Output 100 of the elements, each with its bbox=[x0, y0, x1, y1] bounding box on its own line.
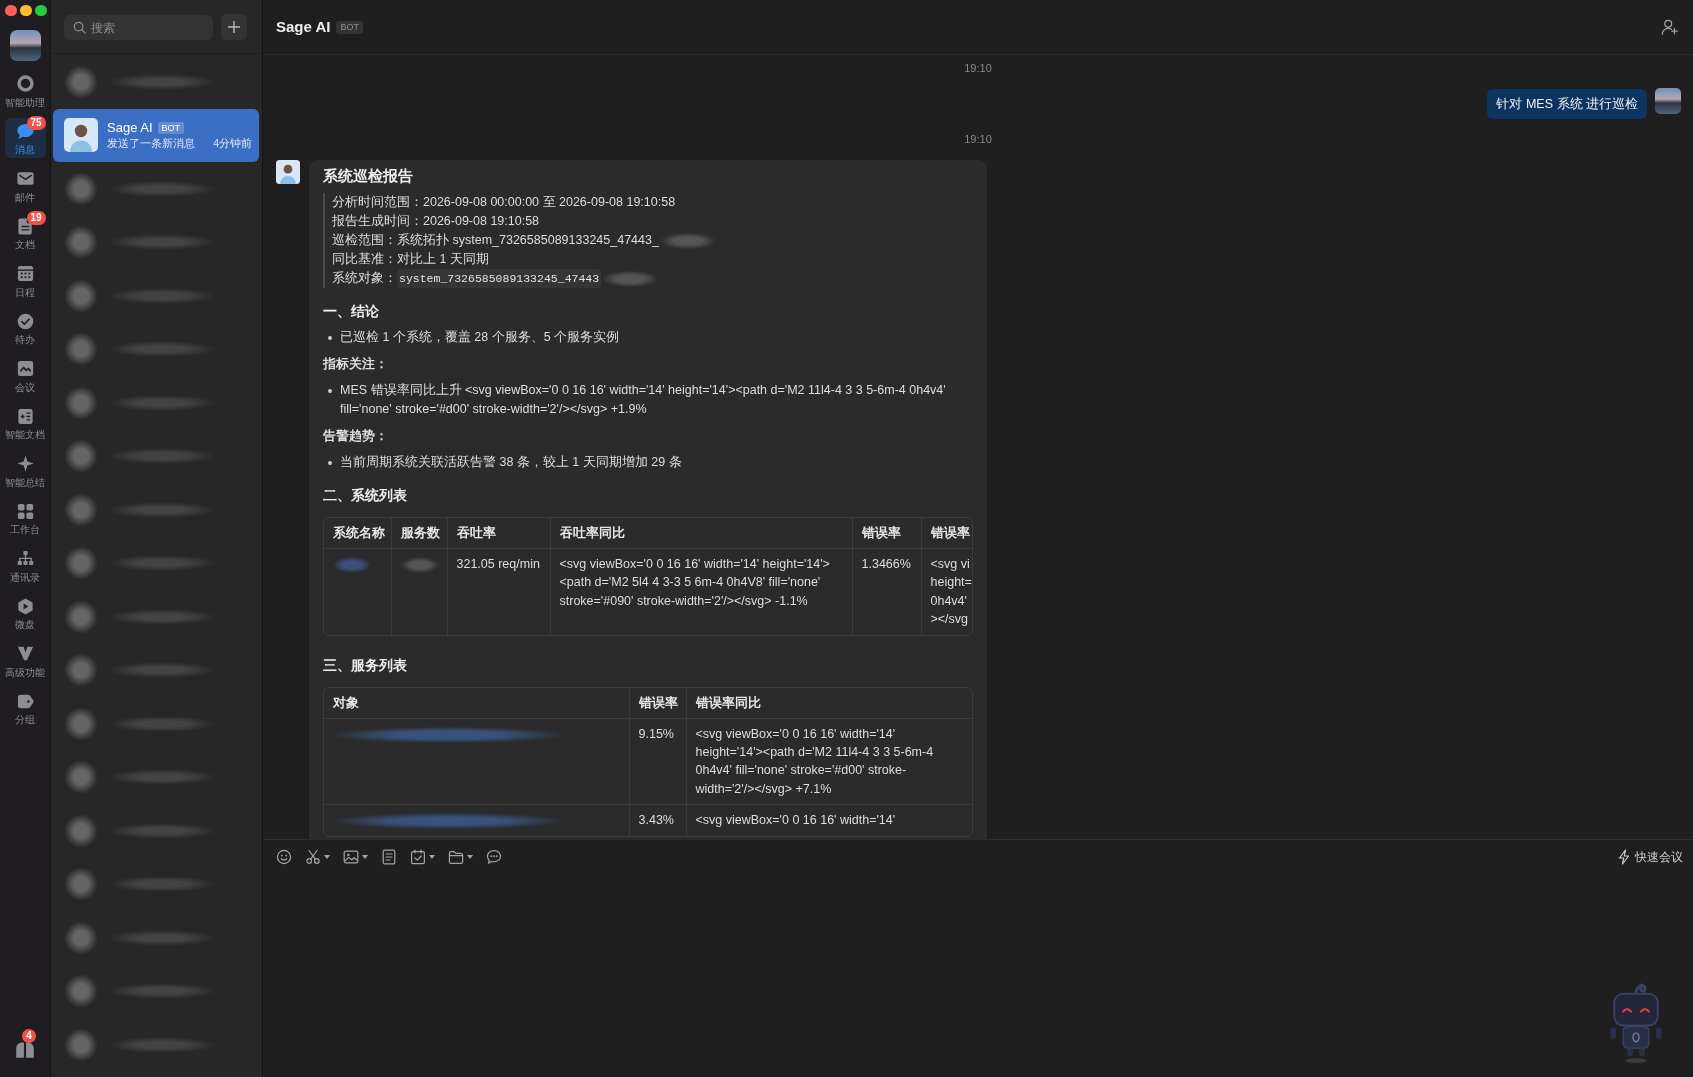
info-line: 同比基准：对比上 1 天同期 bbox=[332, 251, 489, 268]
image-icon[interactable] bbox=[343, 849, 359, 865]
nav-item[interactable]: 工作台 bbox=[4, 497, 46, 538]
nav-item[interactable]: 高级功能 bbox=[4, 640, 46, 680]
table-cell: <svg viewBox='0 0 16 16' width='14' bbox=[686, 804, 972, 836]
info-line: 分析时间范围：2026-09-08 00:00:00 至 2026-09-08 19:10:58 bbox=[332, 194, 676, 211]
table-cell: <svg viewBox='0 0 16 16' width='14' height='14'><path d='M2 5l4 4 3-3 5 6m-4 0h4V8' fill='none' stroke='#090' stroke-width='2'/></svg> -1.1% bbox=[550, 548, 852, 635]
lightning-icon bbox=[1617, 849, 1631, 865]
quick-meeting-button[interactable]: 快速会议 bbox=[1617, 849, 1683, 865]
search-icon bbox=[73, 21, 86, 34]
nav-item[interactable]: 消息 75 bbox=[4, 117, 46, 158]
envelope-icon bbox=[15, 169, 35, 188]
section-heading: 二、系统列表 bbox=[323, 487, 408, 505]
message-time: 19:10 bbox=[964, 132, 992, 146]
bot-tag: BOT bbox=[157, 121, 185, 134]
plus-icon bbox=[227, 20, 241, 34]
nav-item[interactable]: 智能文档 bbox=[4, 402, 46, 443]
person-avatar-icon bbox=[64, 118, 98, 153]
table-cell: 3.43% bbox=[629, 804, 686, 836]
column-header: 错误率 bbox=[921, 518, 972, 549]
message-time: 4分钟前 bbox=[213, 135, 252, 151]
bullet-text: 当前周期系统关联活跃告警 38 条，较上 1 天同期增加 29 条 bbox=[340, 454, 682, 471]
table-cell: <svg viewBox='0 0 16 16' width='14' height='14'><path d='M2 11l4-4 3 3 5-6m-4 0h4v4' fill='none' stroke='#d00' stroke-width='2'/></svg> +7.1% bbox=[686, 718, 972, 805]
column-header: 错误率同比 bbox=[686, 687, 972, 719]
nav-item[interactable]: 日程 bbox=[4, 260, 46, 300]
column-header: 系统名称 bbox=[324, 518, 391, 549]
info-line: 巡检范围：系统拓扑 system_7326585089133245_47443_ bbox=[332, 232, 659, 249]
section-label: 指标关注： bbox=[323, 356, 389, 373]
nav-item[interactable]: 微盘 bbox=[4, 592, 46, 633]
count-badge: 75 bbox=[26, 115, 46, 130]
ring-icon bbox=[15, 74, 35, 93]
info-label: 系统对象： bbox=[332, 270, 397, 287]
caret-icon[interactable] bbox=[467, 855, 473, 859]
message-bubble: 针对 MES 系统 进行巡检 bbox=[1487, 89, 1647, 119]
add-person-icon[interactable] bbox=[1661, 18, 1679, 36]
folder-icon[interactable] bbox=[448, 849, 464, 865]
section-label: 告警趋势： bbox=[323, 428, 389, 445]
message-time: 19:10 bbox=[964, 61, 992, 75]
column-header: 服务数 bbox=[391, 518, 447, 549]
nav-item[interactable]: 文档 19 bbox=[4, 212, 46, 253]
nav-item[interactable]: 分组 bbox=[4, 687, 46, 728]
bullet-icon bbox=[328, 388, 332, 393]
table-cell: 1.3466% bbox=[852, 548, 921, 635]
person-avatar-icon[interactable] bbox=[276, 160, 300, 184]
wave-square-icon bbox=[15, 359, 35, 378]
grid-icon bbox=[15, 501, 35, 521]
nav-item[interactable]: 邮件 bbox=[4, 165, 46, 205]
bullet-text: 已巡检 1 个系统，覆盖 28 个服务、5 个服务实例 bbox=[340, 329, 620, 346]
bullet-icon bbox=[328, 460, 332, 465]
message-preview: 发送了一条新消息 bbox=[107, 135, 195, 151]
close-button[interactable] bbox=[5, 4, 17, 16]
hexagon-icon bbox=[15, 596, 35, 616]
search-field[interactable]: 搜索 bbox=[64, 15, 213, 40]
emoji-icon[interactable] bbox=[276, 849, 292, 865]
section-heading: 一、结论 bbox=[323, 303, 380, 321]
code-text: system_7326585089133245_47443 bbox=[397, 269, 602, 288]
caret-icon[interactable] bbox=[362, 855, 368, 859]
avatar-photo[interactable] bbox=[1655, 88, 1681, 114]
document-plus-icon bbox=[15, 406, 35, 426]
table-cell: <svg vi height= 0h4v4' ></svg bbox=[921, 548, 972, 635]
table-cell: 9.15% bbox=[629, 718, 686, 805]
sparkle-icon bbox=[15, 454, 35, 473]
count-badge: 4 bbox=[22, 1029, 36, 1043]
scissors-icon[interactable] bbox=[305, 849, 321, 865]
nav-item[interactable]: 通讯录 bbox=[4, 545, 46, 585]
bullet-icon bbox=[328, 335, 332, 340]
info-line: 报告生成时间：2026-09-08 19:10:58 bbox=[332, 213, 540, 230]
bot-tag: BOT bbox=[336, 20, 363, 34]
calendar-check-icon[interactable] bbox=[410, 849, 426, 865]
chat-bubble-icon[interactable] bbox=[486, 849, 502, 865]
table-cell: 321.05 req/min bbox=[447, 548, 550, 635]
nav-item[interactable]: 智能总结 bbox=[4, 450, 46, 490]
zoom-button[interactable] bbox=[35, 4, 47, 16]
nav-item[interactable]: 智能助理 bbox=[4, 70, 46, 110]
contact-name: Sage AI bbox=[107, 119, 153, 136]
section-heading: 三、服务列表 bbox=[323, 656, 408, 675]
column-header: 错误率 bbox=[852, 518, 921, 549]
minimize-button[interactable] bbox=[20, 4, 32, 16]
document-icon[interactable] bbox=[381, 849, 397, 865]
report-title: 系统巡检报告 bbox=[323, 166, 414, 186]
column-header: 错误率 bbox=[629, 687, 686, 719]
column-header: 对象 bbox=[324, 687, 629, 719]
caret-icon[interactable] bbox=[429, 855, 435, 859]
nav-item[interactable]: 会议 bbox=[4, 355, 46, 395]
caret-icon[interactable] bbox=[324, 855, 330, 859]
column-header: 吞吐率 bbox=[447, 518, 550, 549]
chat-title: Sage AI bbox=[276, 17, 331, 37]
blurred-text bbox=[400, 557, 439, 573]
blurred-text bbox=[333, 557, 371, 573]
nav-item[interactable]: 待办 bbox=[4, 307, 46, 348]
avatar-photo[interactable] bbox=[9, 30, 41, 61]
column-header: 吞吐率同比 bbox=[550, 518, 852, 549]
count-badge: 19 bbox=[26, 210, 46, 225]
bullet-text: MES 错误率同比上升 <svg viewBox='0 0 16 16' width='14' height='14'><path d='M2 11l4-4 3 3 5-6m-4 0h4v4' fill='none' stroke='#d00' stroke-width='2'/></svg> +1.9% bbox=[340, 382, 947, 418]
calendar-icon bbox=[15, 264, 35, 283]
v-shape-icon bbox=[15, 644, 35, 663]
chat-item[interactable]: Sage AI BOT 发送了一条新消息 4分钟前 bbox=[53, 108, 259, 162]
add-button[interactable] bbox=[221, 14, 247, 40]
check-circle-icon bbox=[15, 311, 35, 331]
org-chart-icon bbox=[15, 549, 35, 568]
